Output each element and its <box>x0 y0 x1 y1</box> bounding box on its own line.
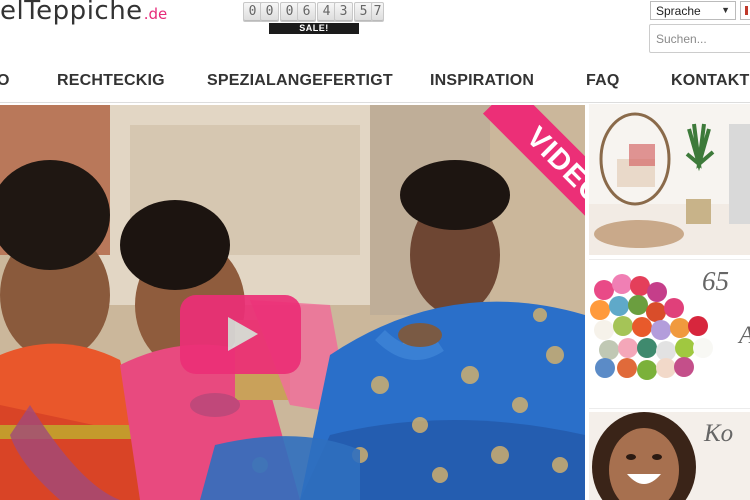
nav-item-spezialangefertigt[interactable]: SPEZIALANGEFERTIGT <box>207 72 393 90</box>
sale-label[interactable]: SALE! <box>269 23 359 34</box>
tile3-heading: Ko <box>704 420 734 447</box>
language-select-value: Sprache <box>656 3 701 18</box>
tile2-heading: 65 <box>702 266 729 296</box>
tile1-illustration <box>589 104 750 255</box>
main-navigation: O RECHTECKIG SPEZIALANGEFERTIGT INSPIRAT… <box>0 62 750 103</box>
site-logo[interactable]: elTeppiche .de <box>0 0 167 34</box>
sale-countdown: 0 0 0 6 4 3 5 7 <box>243 2 384 22</box>
play-button[interactable] <box>180 295 301 374</box>
nav-item-rechteckig[interactable]: RECHTECKIG <box>57 72 165 90</box>
nav-item-kontakt[interactable]: KONTAKT <box>671 72 749 90</box>
logo-tld-text: .de <box>143 5 168 23</box>
hero-video[interactable]: VIDEO <box>0 105 585 500</box>
promo-tile-kontakt[interactable]: Ko <box>589 412 750 500</box>
logo-main-text: elTeppiche <box>0 0 143 26</box>
countdown-digit: 3 <box>334 2 353 22</box>
promo-tile-filzkugeln[interactable]: 65 A <box>589 259 750 409</box>
promo-tile-inspiration[interactable] <box>589 104 750 255</box>
play-icon <box>228 317 258 351</box>
chevron-down-icon: ▼ <box>721 5 730 15</box>
search-placeholder: Suchen... <box>656 31 707 46</box>
nav-item-partial[interactable]: O <box>0 72 10 90</box>
tile2-subheading: A <box>739 322 750 350</box>
countdown-digit: 7 <box>371 2 384 22</box>
nav-item-faq[interactable]: FAQ <box>586 72 620 90</box>
language-select[interactable]: Sprache ▼ <box>650 1 736 20</box>
countdown-digit: 0 <box>260 2 279 22</box>
search-input[interactable]: Suchen... <box>649 24 750 53</box>
nav-item-inspiration[interactable]: INSPIRATION <box>430 72 534 90</box>
countdown-digit: 6 <box>297 2 316 22</box>
flag-icon[interactable] <box>740 1 750 20</box>
